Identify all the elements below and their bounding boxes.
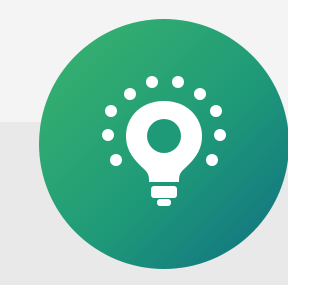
check-circle [147, 119, 181, 153]
bulb-base [151, 186, 177, 198]
bulb-tip [157, 199, 171, 206]
idea-check-badge [39, 19, 288, 269]
